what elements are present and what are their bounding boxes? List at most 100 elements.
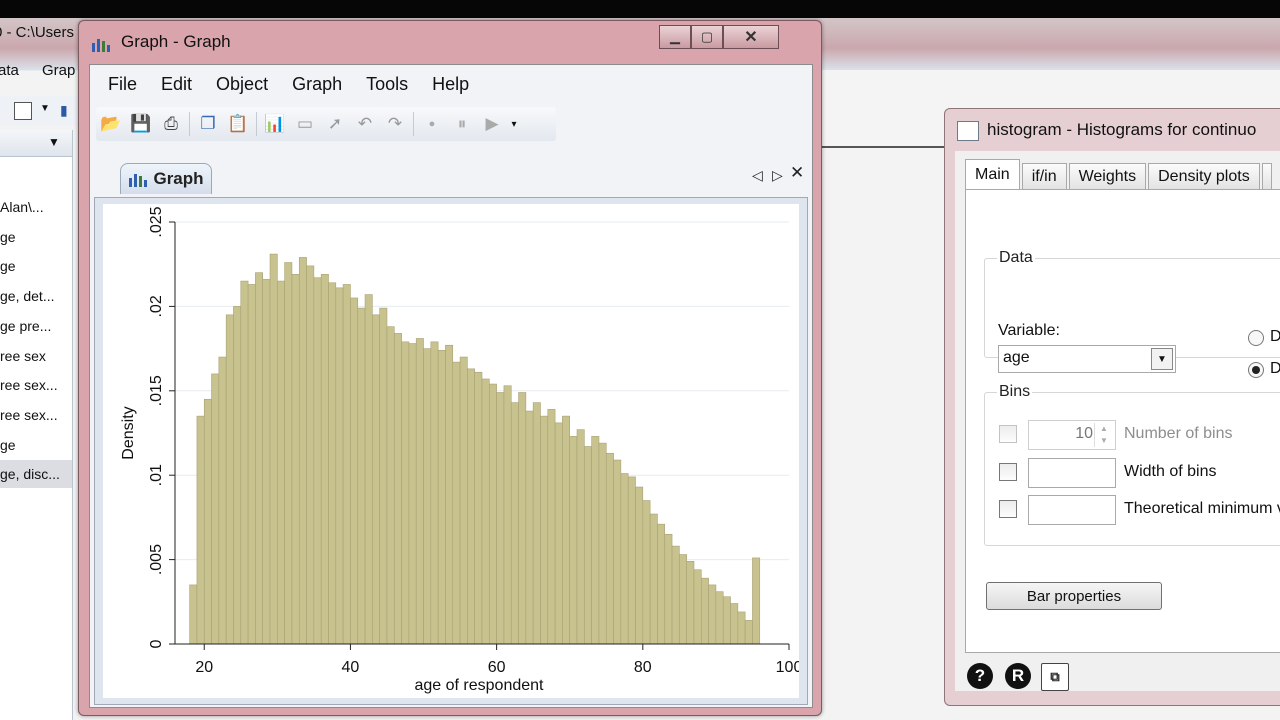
background-menu-graphics[interactable]: Grap: [42, 62, 75, 79]
histogram-bar: [584, 446, 592, 645]
histogram-bar: [196, 415, 205, 645]
variable-value: age: [1003, 349, 1030, 366]
variable-list-item[interactable]: Alan\...: [0, 193, 72, 221]
pause-icon[interactable]: ⏸: [447, 109, 477, 139]
menu-file[interactable]: File: [90, 74, 149, 95]
variable-list-item[interactable]: ree sex...: [0, 371, 72, 399]
histogram-bar: [379, 307, 388, 645]
tab-if-in[interactable]: if/in: [1021, 163, 1067, 190]
redo-icon[interactable]: ↷: [380, 109, 410, 139]
window-controls: ▁ ▢ ✕: [659, 25, 779, 49]
undo-icon[interactable]: ↶: [350, 109, 380, 139]
number-of-bins-checkbox[interactable]: [999, 425, 1017, 443]
histogram-bar: [386, 326, 395, 645]
histogram-bar: [627, 476, 636, 645]
tab-weights[interactable]: Weights: [1068, 163, 1147, 190]
close-icon[interactable]: ✕: [723, 25, 779, 49]
bar-properties-button[interactable]: Bar properties: [986, 582, 1162, 610]
radio-data-discrete[interactable]: [1248, 362, 1264, 378]
width-of-bins-checkbox[interactable]: [999, 463, 1017, 481]
menu-graph[interactable]: Graph: [280, 74, 354, 95]
histogram-bar: [547, 409, 556, 645]
variable-list-item[interactable]: ge: [0, 431, 72, 459]
histogram-bar: [649, 513, 658, 645]
graph-tab-icon: [129, 174, 148, 187]
tab-density-plots[interactable]: Density plots: [1148, 163, 1260, 190]
toolbar-separator: [189, 112, 190, 136]
variable-list-item[interactable]: ge: [0, 252, 72, 280]
histogram-bar: [664, 533, 673, 645]
save-icon[interactable]: 💾: [126, 109, 156, 139]
histogram-bar: [693, 569, 702, 645]
copy-command-icon[interactable]: ⧉: [1041, 663, 1069, 691]
tab-prev-icon[interactable]: ◁: [752, 167, 763, 184]
theoretical-min-checkbox[interactable]: [999, 500, 1017, 518]
radio-data-continuous[interactable]: [1248, 330, 1264, 346]
play-icon[interactable]: ▶: [477, 109, 507, 139]
tab-main[interactable]: Main: [965, 159, 1020, 190]
background-menu-data[interactable]: ata: [0, 62, 19, 79]
tab-graph[interactable]: Graph: [120, 163, 212, 194]
radio-label-2: Da: [1270, 360, 1280, 377]
y-tick-label: 0: [148, 639, 165, 648]
histogram-bar: [489, 383, 497, 645]
tab-next-icon[interactable]: ▷: [772, 167, 783, 184]
chevron-down-icon[interactable]: ▼: [1151, 348, 1173, 370]
tab-more[interactable]: [1261, 163, 1272, 190]
menu-object[interactable]: Object: [204, 74, 280, 95]
menu-help[interactable]: Help: [420, 74, 481, 95]
variable-list-item[interactable]: ree sex...: [0, 401, 72, 429]
width-of-bins-input[interactable]: [1028, 458, 1116, 488]
record-icon[interactable]: ●: [417, 109, 447, 139]
paste-icon[interactable]: 📋: [223, 109, 253, 139]
variable-select[interactable]: age ▼: [998, 345, 1176, 373]
menu-tools[interactable]: Tools: [354, 74, 420, 95]
histogram-bar: [744, 620, 753, 645]
theoretical-min-label: Theoretical minimum v: [1124, 500, 1280, 517]
chevron-down-icon[interactable]: ▼: [40, 103, 50, 114]
histogram-bar: [722, 596, 731, 645]
graph-editor-icon[interactable]: 📊: [260, 109, 290, 139]
histogram-bar: [730, 603, 739, 645]
open-icon[interactable]: 📂: [96, 109, 126, 139]
filter-icon[interactable]: ▼: [48, 135, 60, 149]
spinner-icon[interactable]: ▲ ▼: [1094, 423, 1113, 447]
histogram-bar: [320, 274, 329, 645]
blank-icon[interactable]: ▭: [290, 109, 320, 139]
help-icon[interactable]: ?: [967, 663, 993, 689]
histogram-bar: [342, 284, 351, 645]
reset-icon[interactable]: R: [1005, 663, 1031, 689]
variable-list-item[interactable]: ge pre...: [0, 312, 72, 340]
number-of-bins-input[interactable]: 10 ▲ ▼: [1028, 420, 1116, 450]
histogram-bar: [408, 343, 417, 645]
histogram-bar: [598, 442, 607, 645]
maximize-icon[interactable]: ▢: [691, 25, 723, 49]
variable-list-item[interactable]: ree sex: [0, 342, 72, 370]
number-of-bins-label: Number of bins: [1124, 425, 1233, 442]
pointer-icon[interactable]: ➚: [320, 109, 350, 139]
histogram-bar: [700, 577, 709, 645]
graph-menubar: File Edit Object Graph Tools Help: [90, 65, 812, 103]
histogram-bar: [313, 277, 322, 645]
radio-label-1: Da: [1270, 328, 1280, 345]
print-icon[interactable]: ⎙: [156, 109, 186, 139]
graph-window-title: Graph - Graph: [121, 32, 231, 51]
graph-icon[interactable]: ▮: [60, 102, 68, 119]
variable-list-item[interactable]: ge: [0, 223, 72, 251]
histogram-bar: [532, 402, 541, 645]
histogram-bar: [240, 280, 249, 645]
theoretical-min-input[interactable]: [1028, 495, 1116, 525]
background-toolbar-icon[interactable]: [14, 102, 32, 120]
histogram-bar: [298, 257, 307, 645]
variable-list-item[interactable]: ge, det...: [0, 282, 72, 310]
minimize-icon[interactable]: ▁: [659, 25, 691, 49]
dialog-tabs: Main if/in Weights Density plots: [965, 159, 1274, 190]
copy-icon[interactable]: ❐: [193, 109, 223, 139]
histogram-bar: [569, 436, 578, 645]
variable-list-item[interactable]: ge, disc...: [0, 460, 72, 489]
histogram-bar: [752, 557, 761, 645]
menu-edit[interactable]: Edit: [149, 74, 204, 95]
tab-close-icon[interactable]: ✕: [790, 163, 804, 183]
overflow-icon[interactable]: ▾: [507, 109, 521, 139]
histogram-bar: [393, 333, 402, 645]
